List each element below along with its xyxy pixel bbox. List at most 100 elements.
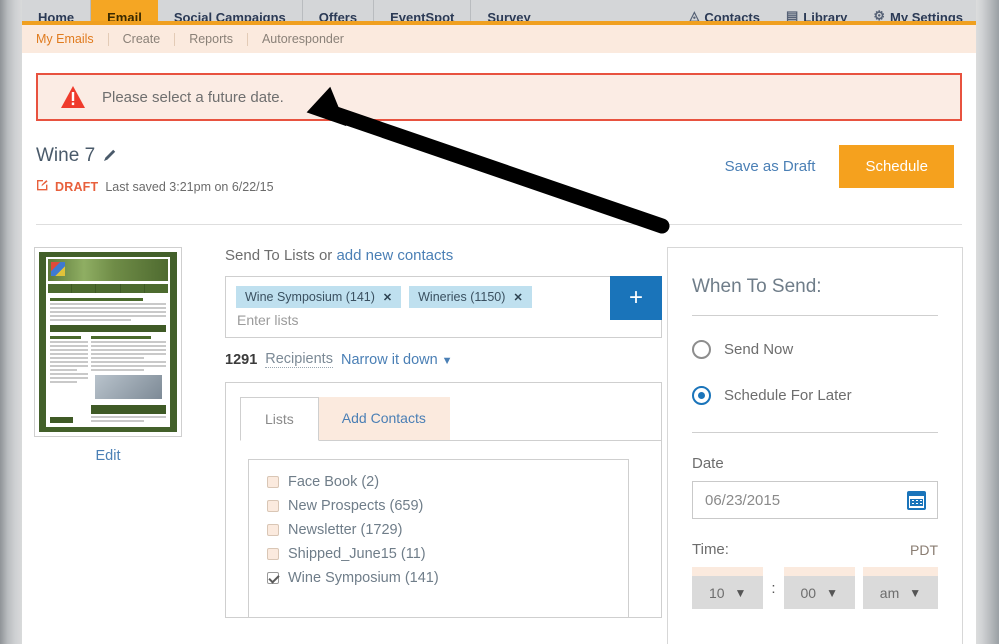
lists-tab-body: Face Book (2) New Prospects (659) Newsle… bbox=[226, 441, 661, 617]
calendar-icon[interactable] bbox=[907, 491, 926, 510]
list-item[interactable]: Newsletter (1729) bbox=[267, 522, 628, 538]
when-to-send-title: When To Send: bbox=[692, 276, 822, 297]
nav-item-eventspot-label: EventSpot bbox=[390, 10, 455, 21]
subnav-item-reports[interactable]: Reports bbox=[175, 32, 248, 46]
schedule-button[interactable]: Schedule bbox=[839, 145, 954, 188]
chevron-down-icon: ▼ bbox=[909, 585, 922, 600]
list-item[interactable]: Wine Symposium (141) bbox=[267, 570, 628, 586]
hour-select[interactable]: 10 ▼ bbox=[692, 567, 764, 609]
primary-nav-right-group: ◬ Contacts ▤ Library ⚙ My Settings bbox=[676, 0, 976, 21]
page-left-gutter bbox=[0, 0, 22, 644]
date-value: 06/23/2015 bbox=[705, 491, 781, 509]
tab-add-contacts[interactable]: Add Contacts bbox=[317, 397, 450, 441]
time-label: Time: bbox=[692, 541, 729, 558]
lists-tabs: Lists Add Contacts bbox=[226, 383, 661, 441]
nav-item-library[interactable]: ▤ Library bbox=[773, 5, 860, 21]
list-item-label: New Prospects (659) bbox=[288, 498, 424, 514]
edit-preview-link[interactable]: Edit bbox=[34, 448, 182, 464]
narrow-it-down-button[interactable]: Narrow it down ▼ bbox=[341, 352, 453, 368]
meridiem-value: am bbox=[879, 584, 900, 601]
remove-chip-icon[interactable]: ✕ bbox=[383, 291, 392, 304]
remove-chip-icon[interactable]: ✕ bbox=[513, 291, 522, 304]
list-checkbox-newsletter[interactable] bbox=[267, 524, 279, 536]
when-to-send-rule bbox=[692, 315, 938, 316]
nav-item-my-settings[interactable]: ⚙ My Settings bbox=[860, 5, 976, 21]
last-saved-text: Last saved 3:21pm on 6/22/15 bbox=[105, 179, 274, 194]
recipients-label[interactable]: Recipients bbox=[265, 351, 333, 368]
nav-item-social-campaigns-label: Social Campaigns bbox=[173, 10, 286, 21]
list-chip-wineries-label: Wineries (1150) bbox=[418, 290, 506, 304]
list-item-label: Face Book (2) bbox=[288, 474, 380, 490]
nav-item-email[interactable]: Email bbox=[91, 0, 158, 21]
add-list-button[interactable]: + bbox=[610, 276, 662, 320]
primary-navigation: Home Email Social Campaigns Offers Event… bbox=[0, 0, 999, 21]
list-item-label: Newsletter (1729) bbox=[288, 522, 403, 538]
nav-item-social-campaigns[interactable]: Social Campaigns bbox=[157, 0, 303, 21]
list-item-label: Wine Symposium (141) bbox=[288, 570, 439, 586]
nav-item-offers[interactable]: Offers bbox=[302, 0, 375, 21]
schedule-section-rule bbox=[692, 432, 938, 433]
alert-message: Please select a future date. bbox=[102, 88, 284, 106]
recipients-count: 1291 bbox=[225, 351, 258, 368]
radio-schedule-for-later[interactable] bbox=[692, 386, 711, 405]
nav-item-email-label: Email bbox=[107, 10, 142, 21]
pencil-icon[interactable] bbox=[103, 148, 117, 165]
list-checkbox-shipped-june15[interactable] bbox=[267, 548, 279, 560]
page-right-gutter bbox=[976, 0, 999, 644]
subnav-item-my-emails[interactable]: My Emails bbox=[22, 32, 109, 46]
list-chip-wineries[interactable]: Wineries (1150) ✕ bbox=[409, 286, 532, 308]
nav-item-my-settings-label: My Settings bbox=[890, 10, 963, 21]
minute-value: 00 bbox=[800, 584, 817, 601]
send-now-option[interactable]: Send Now bbox=[692, 340, 938, 359]
list-checkbox-face-book[interactable] bbox=[267, 476, 279, 488]
hour-value: 10 bbox=[708, 584, 725, 601]
email-preview-thumbnail[interactable] bbox=[34, 247, 182, 437]
campaign-name-text: Wine 7 bbox=[36, 145, 96, 166]
send-to-label-prefix: Send To Lists or bbox=[225, 247, 337, 264]
app-root: Home Email Social Campaigns Offers Event… bbox=[0, 0, 999, 644]
date-input[interactable]: 06/23/2015 bbox=[692, 481, 938, 519]
list-item[interactable]: Shipped_June15 (11) bbox=[267, 546, 628, 562]
save-as-draft-button[interactable]: Save as Draft bbox=[725, 158, 816, 175]
list-item[interactable]: Face Book (2) bbox=[267, 474, 628, 490]
nav-item-contacts-label: Contacts bbox=[704, 10, 760, 21]
chevron-down-icon: ▼ bbox=[441, 354, 453, 367]
nav-item-home[interactable]: Home bbox=[22, 0, 92, 21]
subnav-item-create[interactable]: Create bbox=[109, 32, 176, 46]
send-to-label: Send To Lists or add new contacts bbox=[225, 247, 665, 264]
nav-item-contacts[interactable]: ◬ Contacts bbox=[676, 5, 773, 21]
when-to-send-panel: When To Send: Send Now Schedule For Late… bbox=[667, 247, 963, 644]
recipients-summary: 1291 Recipients Narrow it down ▼ bbox=[225, 351, 665, 368]
nav-item-library-label: Library bbox=[803, 10, 848, 21]
contacts-icon: ◬ bbox=[689, 8, 700, 21]
secondary-navigation: My Emails Create Reports Autoresponder bbox=[22, 25, 976, 53]
list-checkbox-new-prospects[interactable] bbox=[267, 500, 279, 512]
time-selects: 10 ▼ : 00 ▼ am ▼ bbox=[692, 567, 938, 609]
lists-input-field[interactable]: Wine Symposium (141) ✕ Wineries (1150) ✕… bbox=[225, 276, 662, 338]
list-checkbox-wine-symposium[interactable] bbox=[267, 572, 279, 584]
list-chip-wine-symposium[interactable]: Wine Symposium (141) ✕ bbox=[236, 286, 402, 308]
schedule-later-option[interactable]: Schedule For Later bbox=[692, 386, 938, 405]
enter-lists-input[interactable]: Enter lists bbox=[226, 308, 661, 332]
list-item[interactable]: New Prospects (659) bbox=[267, 498, 628, 514]
meridiem-select[interactable]: am ▼ bbox=[862, 567, 938, 609]
tab-lists[interactable]: Lists bbox=[240, 397, 319, 441]
add-new-contacts-link[interactable]: add new contacts bbox=[336, 247, 453, 264]
library-icon: ▤ bbox=[786, 8, 799, 21]
timezone-label: PDT bbox=[910, 541, 938, 558]
subnav-item-autoresponder[interactable]: Autoresponder bbox=[248, 32, 358, 46]
nav-item-offers-label: Offers bbox=[318, 10, 358, 21]
radio-send-now[interactable] bbox=[692, 340, 711, 359]
draft-edit-icon bbox=[36, 179, 48, 194]
campaign-actions: Save as Draft Schedule bbox=[725, 145, 954, 188]
nav-item-survey[interactable]: Survey bbox=[471, 0, 547, 21]
narrow-it-down-label: Narrow it down bbox=[340, 351, 438, 368]
minute-select[interactable]: 00 ▼ bbox=[783, 567, 855, 609]
time-colon: : bbox=[771, 579, 776, 597]
schedule-later-label: Schedule For Later bbox=[724, 387, 852, 404]
header-divider bbox=[36, 224, 962, 225]
error-alert-banner: Please select a future date. bbox=[36, 73, 962, 121]
selected-lists-chips: Wine Symposium (141) ✕ Wineries (1150) ✕ bbox=[226, 277, 661, 308]
nav-item-eventspot[interactable]: EventSpot bbox=[374, 0, 472, 21]
time-header: Time: PDT bbox=[692, 541, 938, 558]
